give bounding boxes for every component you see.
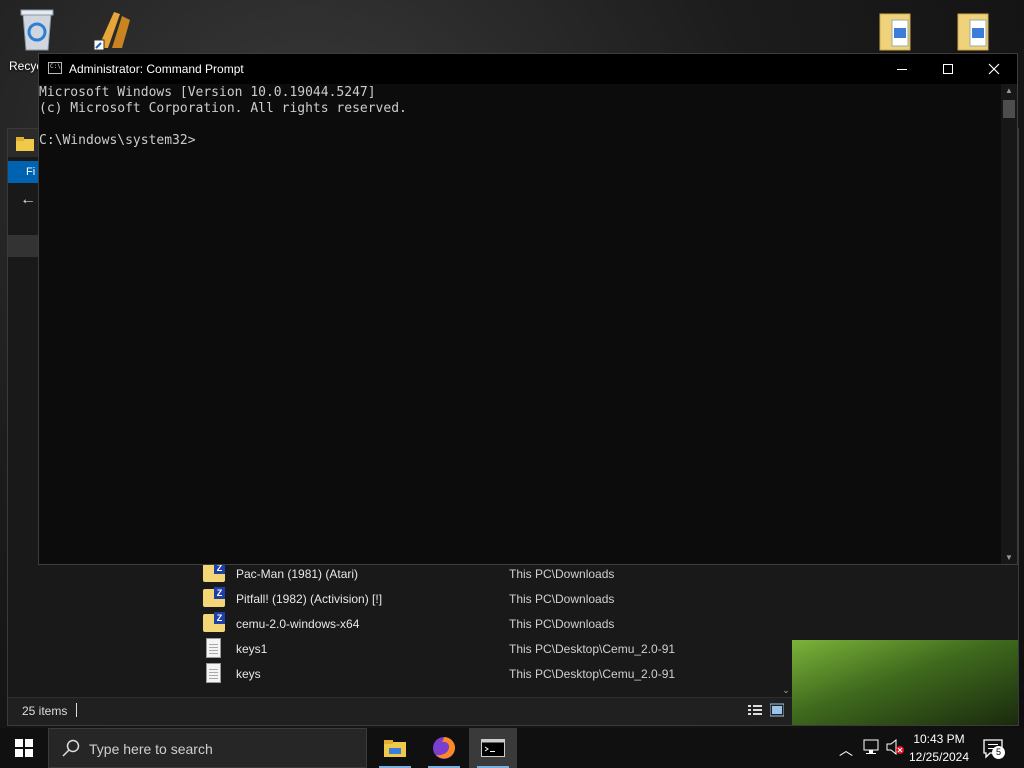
scroll-down-icon[interactable]: ▼ (1005, 553, 1013, 562)
taskbar-command-prompt[interactable] (469, 728, 517, 768)
status-divider (76, 703, 77, 717)
file-location: This PC\Desktop\Cemu_2.0-91 (509, 667, 676, 681)
clock-date[interactable]: 12/25/2024 (908, 750, 970, 764)
recycle-bin-icon[interactable] (15, 6, 63, 54)
zip-folder-icon: Z (203, 562, 225, 582)
start-button[interactable] (0, 728, 48, 768)
file-list-scrollbar[interactable]: ⌄ (780, 562, 792, 698)
zip-badge: Z (214, 612, 225, 624)
text-file-icon (206, 638, 221, 658)
large-icons-view-icon[interactable] (769, 703, 785, 717)
file-explorer-icon (384, 740, 406, 757)
command-prompt-icon (481, 739, 505, 757)
taskbar: Type here to search ︿ 10:43 PM 12/25/202… (0, 728, 1024, 768)
taskbar-firefox[interactable] (420, 728, 468, 768)
explorer-titlebar[interactable] (8, 129, 40, 157)
console-line: C:\Windows\system32> (39, 133, 196, 148)
wallpaper-region (792, 640, 1018, 725)
cmd-window-title: Administrator: Command Prompt (69, 62, 244, 76)
file-name: cemu-2.0-windows-x64 (236, 617, 360, 631)
file-list: Z Pac-Man (1981) (Atari) This PC\Downloads… (166, 562, 792, 698)
file-row[interactable]: Z Pac-Man (1981) (Atari) This PC\Downloads (166, 562, 776, 587)
close-button[interactable] (971, 54, 1017, 84)
file-location: This PC\Downloads (509, 617, 615, 631)
file-name: keys (236, 667, 261, 681)
command-prompt-window[interactable]: Administrator: Command Prompt Microsoft … (38, 53, 1018, 565)
app-shortcut-icon[interactable] (92, 6, 140, 54)
console-output[interactable]: Microsoft Windows [Version 10.0.19044.52… (39, 84, 1001, 565)
cmd-titlebar[interactable]: Administrator: Command Prompt (39, 54, 1017, 84)
text-file-icon (206, 663, 221, 683)
scrollbar-thumb[interactable] (1003, 100, 1015, 118)
search-icon (62, 739, 80, 757)
notification-badge: 5 (992, 746, 1005, 759)
action-center-icon[interactable]: 5 (982, 738, 1006, 765)
file-row[interactable]: Z Pitfall! (1982) (Activision) [!] This PC… (166, 587, 776, 612)
cmd-window-icon (48, 62, 62, 74)
firefox-icon (433, 737, 455, 759)
chevron-up-icon[interactable]: ︿ (839, 740, 853, 760)
maximize-button[interactable] (925, 54, 971, 84)
file-name: Pac-Man (1981) (Atari) (236, 567, 359, 581)
file-row[interactable]: keys This PC\Desktop\Cemu_2.0-91 (166, 662, 776, 687)
status-bar: 25 items (8, 697, 792, 725)
file-name: Pitfall! (1982) (Activision) [!] (236, 592, 383, 606)
folder-icon[interactable] (956, 8, 1004, 56)
item-count: 25 items (22, 704, 68, 718)
back-arrow-icon[interactable]: ← (20, 191, 36, 209)
network-icon[interactable] (862, 739, 880, 760)
clock-time[interactable]: 10:43 PM (908, 732, 970, 746)
file-location: This PC\Desktop\Cemu_2.0-91 (509, 642, 676, 656)
file-name: keys1 (236, 642, 268, 656)
taskbar-file-explorer[interactable] (371, 728, 419, 768)
file-tab[interactable]: Fi (8, 161, 40, 183)
zip-folder-icon: Z (203, 612, 225, 632)
console-line: (c) Microsoft Corporation. All rights re… (39, 101, 407, 116)
explorer-folder-icon (16, 137, 34, 151)
cmd-scrollbar[interactable]: ▲ ▼ (1001, 84, 1017, 564)
zip-badge: Z (214, 587, 225, 599)
file-row[interactable]: keys1 This PC\Desktop\Cemu_2.0-91 (166, 637, 776, 662)
windows-logo-icon (15, 739, 33, 757)
taskbar-search-box[interactable]: Type here to search (48, 728, 367, 768)
file-row[interactable]: Zcemu-2.0-windows-x64 This PC\Downloads (166, 612, 776, 637)
zip-folder-icon: Z (203, 587, 225, 607)
console-line: Microsoft Windows [Version 10.0.19044.52… (39, 85, 376, 100)
file-location: This PC\Downloads (509, 567, 615, 581)
scroll-up-icon[interactable]: ▲ (1005, 86, 1013, 95)
file-location: This PC\Downloads (509, 592, 615, 606)
nav-selected-item[interactable] (8, 235, 40, 257)
volume-muted-icon[interactable] (886, 738, 904, 760)
folder-icon[interactable] (878, 8, 926, 56)
details-view-icon[interactable] (748, 704, 762, 716)
search-placeholder: Type here to search (89, 741, 213, 757)
minimize-button[interactable] (879, 54, 925, 84)
